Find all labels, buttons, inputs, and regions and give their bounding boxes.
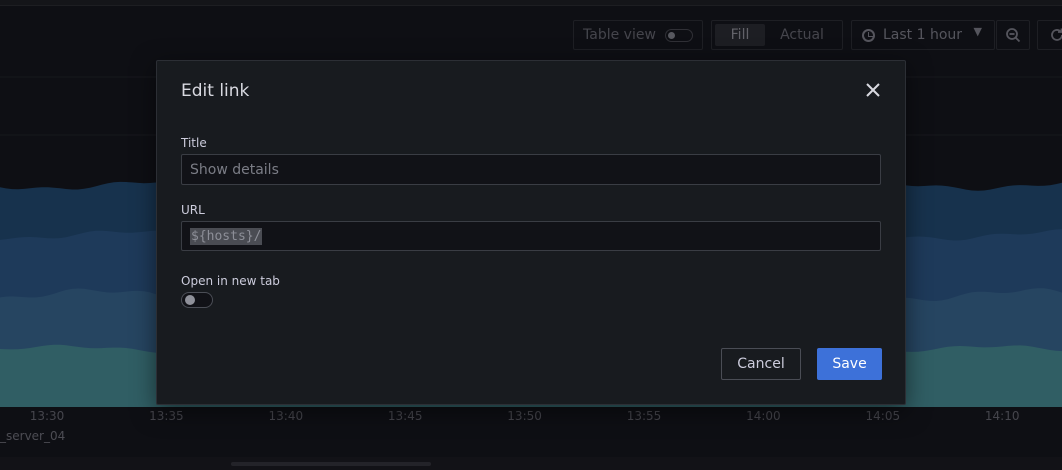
edit-link-dialog: Edit link Title URL ${hosts}/ Open in ne… — [156, 60, 906, 405]
close-icon-glyph — [866, 83, 880, 97]
title-label: Title — [181, 136, 207, 150]
url-label: URL — [181, 203, 205, 217]
url-value[interactable]: ${hosts}/ — [190, 227, 263, 245]
close-icon[interactable] — [863, 80, 883, 100]
open-in-new-tab-switch[interactable] — [181, 292, 213, 308]
switch-knob — [185, 295, 195, 305]
url-input[interactable]: ${hosts}/ — [181, 221, 881, 251]
save-button[interactable]: Save — [817, 348, 882, 380]
title-input[interactable] — [181, 154, 881, 185]
cancel-button[interactable]: Cancel — [721, 348, 801, 380]
open-in-new-tab-label: Open in new tab — [181, 274, 280, 288]
dialog-title: Edit link — [181, 81, 250, 101]
